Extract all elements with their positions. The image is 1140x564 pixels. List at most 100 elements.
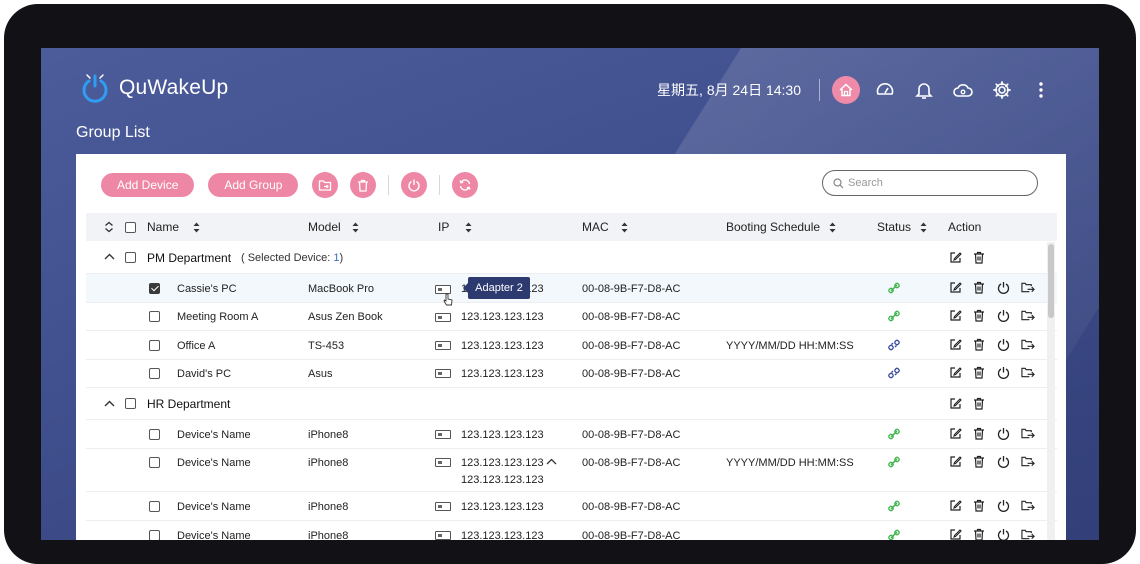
network-adapter-icon[interactable]	[435, 430, 451, 439]
col-model[interactable]: Model	[308, 213, 359, 241]
trash-icon[interactable]	[973, 499, 987, 513]
row-actions	[949, 455, 1045, 469]
trash-icon[interactable]	[973, 427, 987, 441]
row-checkbox[interactable]	[149, 283, 160, 294]
edit-icon[interactable]	[949, 455, 963, 469]
trash-icon[interactable]	[973, 366, 987, 380]
table-scrollbar[interactable]	[1047, 242, 1055, 540]
device-name: Device's Name	[177, 501, 251, 513]
table-row[interactable]: Device's Name iPhone8 123.123.123.123 12…	[86, 449, 1057, 492]
edit-icon[interactable]	[949, 338, 963, 352]
device-mac: 00-08-9B-F7-D8-AC	[582, 530, 681, 540]
row-checkbox[interactable]	[149, 368, 160, 379]
col-booting-schedule[interactable]: Booting Schedule	[726, 213, 836, 241]
move-icon[interactable]	[1021, 338, 1035, 352]
network-adapter-icon[interactable]	[435, 369, 451, 378]
table-row[interactable]: Office A TS-453 123.123.123.123 00-08-9B…	[86, 331, 1057, 360]
edit-icon[interactable]	[949, 528, 963, 540]
row-checkbox[interactable]	[149, 429, 160, 440]
row-checkbox[interactable]	[149, 311, 160, 322]
move-to-group-icon[interactable]	[312, 172, 339, 198]
table-row[interactable]: Meeting Room A Asus Zen Book 123.123.123…	[86, 303, 1057, 331]
move-icon[interactable]	[1021, 528, 1035, 540]
edit-icon[interactable]	[949, 397, 963, 411]
trash-icon[interactable]	[973, 528, 987, 540]
collapse-icon[interactable]	[104, 400, 115, 407]
network-adapter-icon[interactable]	[435, 531, 451, 540]
group-checkbox[interactable]	[125, 398, 136, 409]
search-input[interactable]: Search	[822, 170, 1038, 196]
col-name[interactable]: Name	[147, 213, 200, 241]
col-mac[interactable]: MAC	[582, 213, 628, 241]
edit-icon[interactable]	[949, 251, 963, 265]
sort-icon[interactable]	[465, 222, 472, 233]
row-checkbox[interactable]	[149, 530, 160, 540]
group-checkbox[interactable]	[125, 252, 136, 263]
col-status[interactable]: Status	[877, 213, 927, 241]
row-checkbox[interactable]	[149, 340, 160, 351]
table-row[interactable]: Cassie's PC MacBook Pro 123.123.123.123 …	[86, 274, 1057, 303]
network-adapter-icon[interactable]	[435, 502, 451, 511]
power-icon[interactable]	[997, 338, 1011, 352]
edit-icon[interactable]	[949, 281, 963, 295]
trash-icon[interactable]	[973, 397, 987, 411]
sort-icon[interactable]	[920, 222, 927, 233]
table-row[interactable]: David's PC Asus 123.123.123.123 00-08-9B…	[86, 360, 1057, 388]
more-vertical-icon[interactable]	[1027, 76, 1055, 104]
power-icon[interactable]	[997, 455, 1011, 469]
power-icon[interactable]	[997, 427, 1011, 441]
edit-icon[interactable]	[949, 499, 963, 513]
edit-icon[interactable]	[949, 427, 963, 441]
sort-icon[interactable]	[193, 222, 200, 233]
table-row[interactable]: Device's Name iPhone8 123.123.123.123 00…	[86, 420, 1057, 449]
select-all-checkbox[interactable]	[125, 213, 136, 241]
network-adapter-icon[interactable]	[435, 458, 451, 467]
power-icon[interactable]	[997, 366, 1011, 380]
add-device-button[interactable]: Add Device	[101, 173, 195, 197]
power-icon[interactable]	[997, 528, 1011, 540]
bell-icon[interactable]	[910, 76, 938, 104]
power-icon[interactable]	[997, 281, 1011, 295]
network-adapter-icon[interactable]	[435, 341, 451, 350]
add-group-button[interactable]: Add Group	[208, 173, 299, 197]
scroll-thumb[interactable]	[1048, 244, 1054, 318]
home-icon[interactable]	[832, 76, 860, 104]
trash-icon[interactable]	[973, 251, 987, 265]
trash-icon[interactable]	[973, 309, 987, 323]
device-model: TS-453	[308, 340, 345, 352]
move-icon[interactable]	[1021, 281, 1035, 295]
move-icon[interactable]	[1021, 427, 1035, 441]
trash-icon[interactable]	[973, 455, 987, 469]
sort-icon[interactable]	[352, 222, 359, 233]
network-adapter-icon[interactable]	[435, 313, 451, 322]
row-checkbox[interactable]	[149, 501, 160, 512]
sort-icon[interactable]	[621, 222, 628, 233]
table-row[interactable]: Device's Name iPhone8 123.123.123.123 00…	[86, 492, 1057, 521]
gear-icon[interactable]	[988, 76, 1016, 104]
status-offline-icon	[888, 367, 900, 379]
move-icon[interactable]	[1021, 309, 1035, 323]
trash-icon[interactable]	[973, 338, 987, 352]
cloud-icon[interactable]	[949, 76, 977, 104]
trash-icon[interactable]	[973, 281, 987, 295]
edit-icon[interactable]	[949, 366, 963, 380]
row-checkbox[interactable]	[149, 457, 160, 468]
collapse-icon[interactable]	[104, 253, 115, 260]
sort-icon[interactable]	[829, 222, 836, 233]
power-icon[interactable]	[997, 499, 1011, 513]
adapter-tooltip: Adapter 2	[463, 277, 530, 299]
move-icon[interactable]	[1021, 455, 1035, 469]
dashboard-icon[interactable]	[871, 76, 899, 104]
move-icon[interactable]	[1021, 366, 1035, 380]
power-icon[interactable]	[997, 309, 1011, 323]
collapse-ip-icon[interactable]	[546, 458, 557, 465]
col-ip[interactable]: IP	[438, 213, 472, 241]
trash-icon[interactable]	[350, 172, 377, 198]
device-mac: 00-08-9B-F7-D8-AC	[582, 340, 681, 352]
refresh-icon[interactable]	[452, 172, 479, 198]
move-icon[interactable]	[1021, 499, 1035, 513]
edit-icon[interactable]	[949, 309, 963, 323]
expand-all-icon[interactable]	[104, 213, 114, 241]
table-row[interactable]: Device's Name iPhone8 123.123.123.123 00…	[86, 521, 1057, 540]
power-icon[interactable]	[401, 172, 428, 198]
